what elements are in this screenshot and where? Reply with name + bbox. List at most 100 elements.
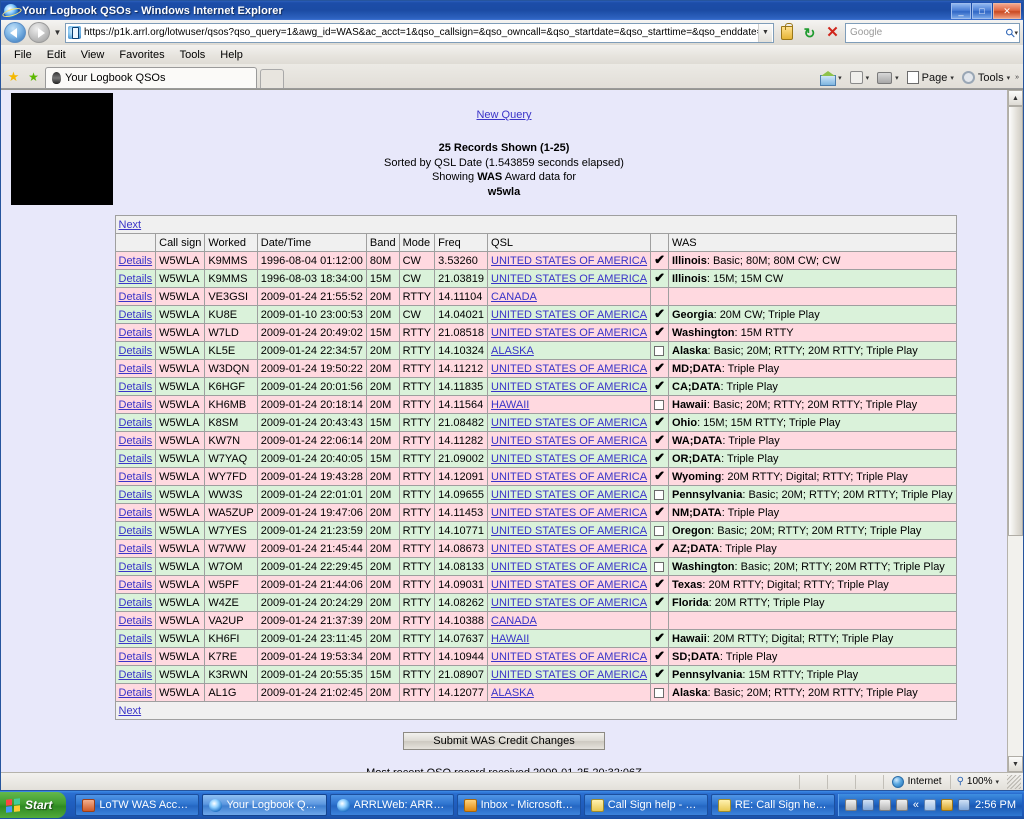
was-credit-checkbox-cell[interactable]: ✔	[650, 629, 669, 648]
qsl-entity-link[interactable]: HAWAII	[491, 633, 529, 645]
details-link[interactable]: Details	[119, 363, 153, 375]
was-credit-checkbox[interactable]	[654, 561, 665, 572]
details-link[interactable]: Details	[119, 309, 153, 321]
details-link[interactable]: Details	[119, 561, 153, 573]
qsl-entity-link[interactable]: UNITED STATES OF AMERICA	[491, 597, 647, 609]
was-credit-checkbox-cell[interactable]: ✔	[650, 467, 669, 486]
details-link[interactable]: Details	[119, 651, 153, 663]
qsl-entity-link[interactable]: UNITED STATES OF AMERICA	[491, 435, 647, 447]
print-chevron-down-icon[interactable]: ▾	[895, 74, 899, 82]
details-link[interactable]: Details	[119, 633, 153, 645]
tray-printer-icon[interactable]	[895, 799, 908, 811]
qsl-entity-link[interactable]: UNITED STATES OF AMERICA	[491, 651, 647, 663]
was-credit-checkbox-cell[interactable]	[650, 395, 669, 414]
qsl-entity-link[interactable]: UNITED STATES OF AMERICA	[491, 471, 647, 483]
new-query-link[interactable]: New Query	[476, 109, 531, 121]
tray-update-icon[interactable]	[958, 799, 971, 811]
home-chevron-down-icon[interactable]: ▾	[838, 74, 842, 82]
qsl-entity-link[interactable]: UNITED STATES OF AMERICA	[491, 273, 647, 285]
qsl-entity-link[interactable]: UNITED STATES OF AMERICA	[491, 363, 647, 375]
was-credit-checkbox-cell[interactable]: ✔	[650, 269, 669, 288]
qsl-entity-link[interactable]: UNITED STATES OF AMERICA	[491, 381, 647, 393]
page-menu-button[interactable]: Page ▾	[904, 70, 957, 85]
was-credit-checkbox-cell[interactable]: ✔	[650, 251, 669, 270]
details-link[interactable]: Details	[119, 615, 153, 627]
search-input[interactable]: Google ⚲ ▾	[845, 22, 1020, 43]
next-link-top[interactable]: Next	[119, 219, 142, 231]
was-credit-checkbox-cell[interactable]: ✔	[650, 665, 669, 684]
tray-shield-icon[interactable]	[941, 799, 954, 811]
start-button[interactable]: Start	[0, 792, 67, 818]
tray-network-icon[interactable]	[861, 799, 874, 811]
was-credit-checkbox-cell[interactable]	[650, 521, 669, 540]
qsl-entity-link[interactable]: UNITED STATES OF AMERICA	[491, 507, 647, 519]
tools-menu-button[interactable]: Tools ▾	[959, 70, 1013, 85]
was-credit-checkbox[interactable]	[654, 525, 665, 536]
qsl-entity-link[interactable]: UNITED STATES OF AMERICA	[491, 525, 647, 537]
minimize-button[interactable]: _	[951, 2, 971, 19]
details-link[interactable]: Details	[119, 507, 153, 519]
menu-item-file[interactable]: File	[7, 47, 39, 63]
scroll-down-button[interactable]: ▼	[1008, 756, 1023, 772]
details-link[interactable]: Details	[119, 399, 153, 411]
details-link[interactable]: Details	[119, 597, 153, 609]
zoom-control[interactable]: ⚲ 100% ▾	[949, 774, 1005, 789]
was-credit-checkbox[interactable]	[654, 345, 665, 356]
taskbar-item[interactable]: Your Logbook QSOs -...	[202, 794, 327, 816]
tray-volume-icon[interactable]	[878, 799, 891, 811]
details-link[interactable]: Details	[119, 471, 153, 483]
command-overflow-button[interactable]: »	[1015, 74, 1019, 81]
print-button[interactable]: ▾	[874, 71, 902, 85]
qsl-entity-link[interactable]: UNITED STATES OF AMERICA	[491, 255, 647, 267]
favorites-center-icon[interactable]: ★	[5, 68, 22, 86]
qsl-entity-link[interactable]: UNITED STATES OF AMERICA	[491, 561, 647, 573]
was-credit-checkbox-cell[interactable]	[650, 341, 669, 360]
qsl-entity-link[interactable]: UNITED STATES OF AMERICA	[491, 327, 647, 339]
menu-item-view[interactable]: View	[74, 47, 112, 63]
taskbar-item[interactable]: ARRLWeb: ARRL Club N...	[329, 794, 454, 816]
vertical-scrollbar[interactable]: ▲ ▼	[1007, 90, 1023, 772]
details-link[interactable]: Details	[119, 579, 153, 591]
refresh-button[interactable]: ↻	[799, 22, 820, 43]
details-link[interactable]: Details	[119, 417, 153, 429]
details-link[interactable]: Details	[119, 453, 153, 465]
next-link-bottom[interactable]: Next	[119, 705, 142, 717]
back-button[interactable]	[4, 22, 26, 43]
scrollbar-thumb[interactable]	[1008, 106, 1023, 536]
details-link[interactable]: Details	[119, 345, 153, 357]
was-credit-checkbox[interactable]	[654, 399, 665, 410]
qsl-entity-link[interactable]: ALASKA	[491, 345, 534, 357]
menu-item-tools[interactable]: Tools	[173, 47, 213, 63]
security-lock-icon[interactable]	[776, 22, 797, 43]
tray-pen-icon[interactable]	[844, 799, 857, 811]
qsl-entity-link[interactable]: UNITED STATES OF AMERICA	[491, 579, 647, 591]
was-credit-checkbox-cell[interactable]: ✔	[650, 575, 669, 594]
taskbar-clock[interactable]: 2:56 PM	[975, 799, 1016, 811]
was-credit-checkbox-cell[interactable]: ✔	[650, 413, 669, 432]
taskbar-item[interactable]: Call Sign help - Message...	[583, 794, 708, 816]
was-credit-checkbox-cell[interactable]: ✔	[650, 647, 669, 666]
menu-item-edit[interactable]: Edit	[40, 47, 73, 63]
tab-your-logbook-qsos[interactable]: Your Logbook QSOs	[45, 67, 257, 88]
submit-was-credit-changes-button[interactable]: Submit WAS Credit Changes	[403, 732, 605, 750]
home-button[interactable]: ▾	[817, 70, 845, 86]
was-credit-checkbox-cell[interactable]	[650, 683, 669, 702]
feeds-button[interactable]: ▾	[847, 70, 873, 85]
taskbar-item[interactable]: LoTW WAS Accounts.ppt	[75, 794, 200, 816]
details-link[interactable]: Details	[119, 525, 153, 537]
qsl-entity-link[interactable]: ALASKA	[491, 687, 534, 699]
details-link[interactable]: Details	[119, 327, 153, 339]
scroll-up-button[interactable]: ▲	[1008, 90, 1023, 106]
scrollbar-track[interactable]	[1008, 536, 1023, 756]
details-link[interactable]: Details	[119, 687, 153, 699]
tools-chevron-down-icon[interactable]: ▾	[1007, 74, 1011, 82]
taskbar-item[interactable]: Inbox - Microsoft Outlook	[456, 794, 581, 816]
maximize-button[interactable]: □	[972, 2, 992, 19]
forward-button[interactable]	[28, 22, 50, 43]
was-credit-checkbox-cell[interactable]: ✔	[650, 449, 669, 468]
address-chevron-down-icon[interactable]: ▼	[758, 23, 772, 42]
qsl-entity-link[interactable]: UNITED STATES OF AMERICA	[491, 417, 647, 429]
was-credit-checkbox-cell[interactable]: ✔	[650, 431, 669, 450]
details-link[interactable]: Details	[119, 435, 153, 447]
stop-button[interactable]: ✕	[822, 22, 843, 43]
